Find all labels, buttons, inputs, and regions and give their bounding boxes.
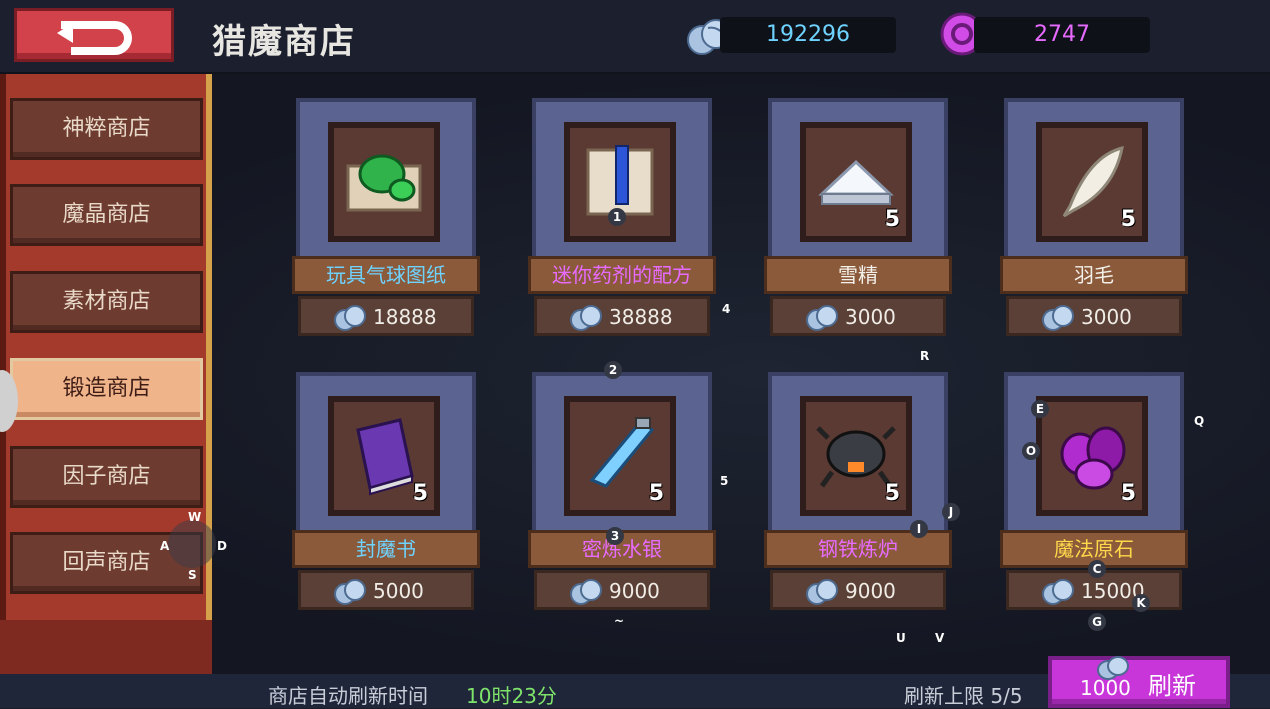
key-hint: W (188, 510, 202, 524)
page-title: 猎魔商店 (212, 22, 356, 62)
key-hint: D (217, 539, 227, 553)
top-bar: 猎魔商店 192296 2747 (0, 0, 1270, 74)
tab-shensui-shop[interactable]: 神粹商店 (10, 98, 203, 160)
key-hint: 5 (720, 474, 729, 488)
item-price: 3000 (845, 305, 896, 329)
key-hint: K (1132, 594, 1150, 612)
key-hint: 2 (604, 361, 622, 379)
item-price: 9000 (609, 579, 660, 603)
tab-forge-shop[interactable]: 锻造商店 (10, 358, 203, 420)
price-tag: 9000 (770, 570, 946, 610)
price-tag: 18888 (298, 296, 474, 336)
item-price: 3000 (1081, 305, 1132, 329)
tab-material-shop[interactable]: 素材商店 (10, 271, 203, 333)
crystal-count: 2747 (1034, 22, 1090, 47)
item-name: 羽毛 (1074, 263, 1114, 287)
price-tag: 3000 (1006, 296, 1182, 336)
shop-item[interactable]: 玩具气球图纸 18888 (292, 98, 480, 338)
item-name: 玩具气球图纸 (326, 263, 446, 287)
item-quantity: 5 (648, 481, 664, 506)
shop-item[interactable]: 5 封魔书 5000 (292, 372, 480, 612)
key-hint: E (1031, 400, 1049, 418)
item-price: 5000 (373, 579, 424, 603)
refresh-label: 刷新 (1148, 672, 1196, 700)
item-name: 魔法原石 (1054, 537, 1134, 561)
refresh-button[interactable]: 1000 刷新 (1048, 656, 1230, 708)
item-quantity: 5 (884, 207, 900, 232)
price-tag: 9000 (534, 570, 710, 610)
gem-count: 192296 (766, 22, 850, 47)
key-hint: U (896, 631, 906, 645)
key-hint: G (1088, 613, 1106, 631)
gem-pile-icon (1042, 579, 1074, 605)
shop-item[interactable]: 5 密炼水银 9000 (528, 372, 716, 612)
key-hint: S (188, 568, 197, 582)
gem-pile-icon (806, 305, 838, 331)
key-hint: Q (1194, 414, 1205, 428)
gem-pile-icon (806, 579, 838, 605)
gem-pile-icon (334, 579, 366, 605)
back-button[interactable] (14, 8, 174, 62)
item-price: 38888 (609, 305, 673, 329)
shop-item[interactable]: 5 羽毛 3000 (1000, 98, 1188, 338)
shop-item[interactable]: 5 钢铁炼炉 9000 (764, 372, 952, 612)
key-hint: 3 (606, 527, 624, 545)
gem-pile-icon (1042, 305, 1074, 331)
key-hint: A (160, 539, 170, 553)
key-hint: V (935, 631, 945, 645)
virtual-joystick[interactable] (168, 520, 216, 568)
item-price: 18888 (373, 305, 437, 329)
crystal-balance: 2747 (974, 17, 1150, 53)
item-name: 钢铁炼炉 (818, 537, 898, 561)
key-hint: 1 (608, 208, 626, 226)
key-hint: O (1022, 442, 1040, 460)
item-name: 雪精 (838, 263, 878, 287)
item-name: 迷你药剂的配方 (552, 263, 692, 287)
item-quantity: 5 (1120, 207, 1136, 232)
banner-tassel (0, 620, 212, 674)
refresh-time-label: 商店自动刷新时间 (268, 684, 428, 708)
green-blueprint-scroll-icon (346, 154, 422, 212)
refresh-time-value: 10时23分 (466, 684, 557, 708)
key-hint: R (920, 349, 930, 363)
key-hint: J (942, 503, 960, 521)
gem-balance: 192296 (720, 17, 896, 53)
refresh-limit: 刷新上限 5/5 (904, 684, 1023, 708)
item-price: 9000 (845, 579, 896, 603)
refresh-cost: 1000 (1080, 676, 1131, 700)
tab-mojing-shop[interactable]: 魔晶商店 (10, 184, 203, 246)
key-hint: ~ (614, 614, 625, 628)
back-arrow-icon (57, 21, 132, 55)
price-tag: 38888 (534, 296, 710, 336)
item-quantity: 5 (412, 481, 428, 506)
price-tag: 3000 (770, 296, 946, 336)
gem-pile-icon (570, 305, 602, 331)
tab-factor-shop[interactable]: 因子商店 (10, 446, 203, 508)
gem-pile-icon (334, 305, 366, 331)
shop-item[interactable]: 5 雪精 3000 (764, 98, 952, 338)
item-quantity: 5 (1120, 481, 1136, 506)
key-hint: C (1088, 560, 1106, 578)
key-hint: I (910, 520, 928, 538)
gem-pile-icon (570, 579, 602, 605)
key-hint: 4 (722, 302, 731, 316)
price-tag: 5000 (298, 570, 474, 610)
item-name: 封魔书 (356, 537, 416, 561)
